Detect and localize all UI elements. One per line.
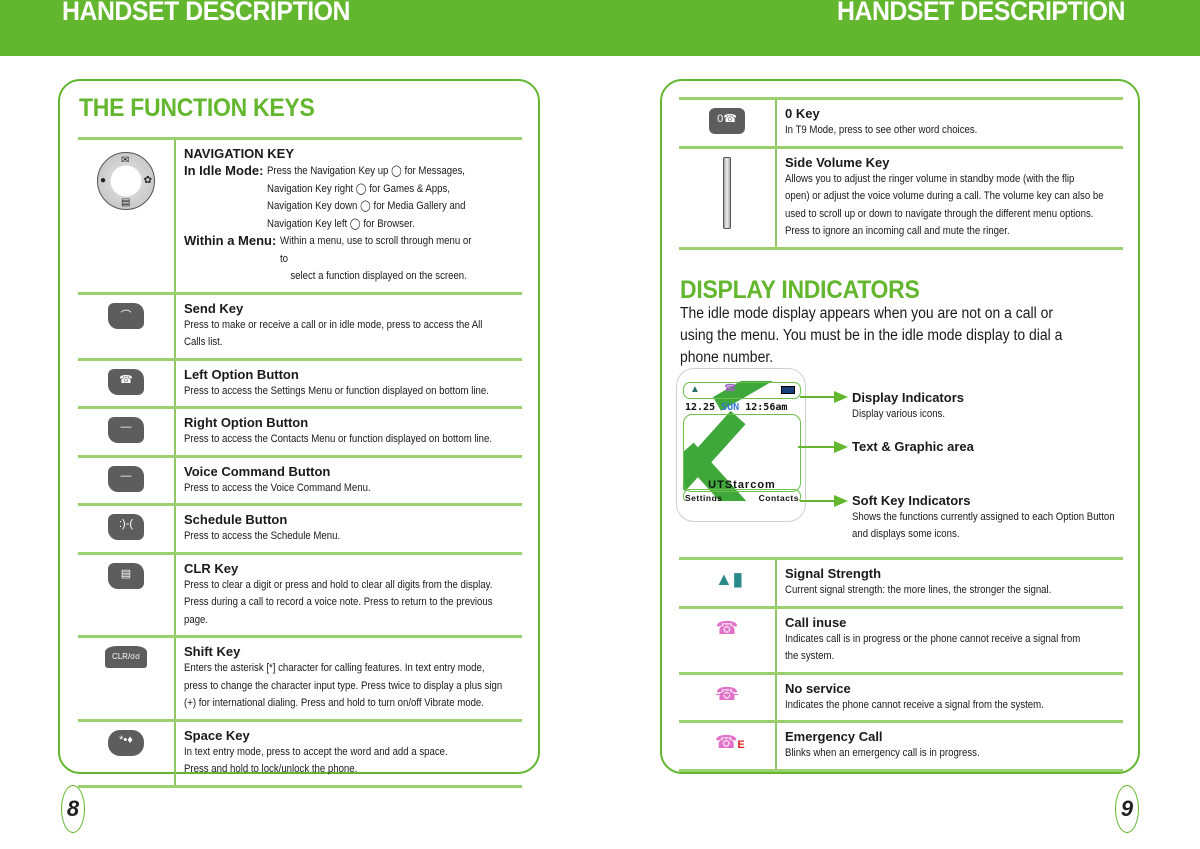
- table-row-navigation-key: ✉ ● ✿ ▤ NAVIGATION KEY In Idle Mode: Pre…: [78, 137, 522, 295]
- key-title: Send Key: [184, 300, 244, 316]
- key-title: Schedule Button: [184, 512, 288, 527]
- key-title: Left Option Button: [184, 366, 299, 382]
- display-indicators-title: DISPLAY INDICATORS: [680, 276, 920, 304]
- table-row-zero-key: 0☎ 0 Key In T9 Mode, press to see other …: [679, 97, 1123, 149]
- battery-icon: [781, 386, 795, 394]
- right-option-key-icon: —: [108, 417, 144, 443]
- display-indicators-bar: ▲ ☎: [683, 382, 801, 399]
- indicator-title: Signal Strength: [785, 566, 882, 581]
- table-row-signal-strength: ▲▮ Signal Strength Current signal streng…: [679, 557, 1123, 609]
- arrow-icon: [834, 441, 848, 453]
- phone-screen: ▲ ☎ 12.25 SUN 12:56am UTStarcom Settings…: [683, 381, 801, 501]
- shift-key-icon: CLR/σσ: [105, 646, 147, 668]
- table-row-emergency-call: ☎E Emergency Call Blinks when an emergen…: [679, 720, 1123, 772]
- emergency-call-icon: ☎E: [715, 732, 745, 752]
- nav-right-text: Navigation Key right: [267, 182, 354, 195]
- indicator-title: Call inuse: [785, 614, 847, 630]
- arrow-icon: [834, 495, 848, 507]
- status-icons: ☎: [724, 383, 737, 394]
- space-key-icon: *•♦: [108, 729, 144, 756]
- table-row-schedule-button: :)-( Schedule Button Press to access the…: [78, 503, 522, 555]
- nav-left-text: Navigation Key left: [267, 217, 348, 230]
- table-row-call-in-use: ☎ Call inuse Indicates call is in progre…: [679, 605, 1123, 675]
- right-page-header: HANDSET DESCRIPTION: [837, 0, 1125, 26]
- signal-strength-icon: ▲▮: [715, 569, 743, 589]
- voice-command-key-icon: —: [108, 465, 144, 492]
- key-title: CLR Key: [184, 560, 239, 576]
- soft-keys: Settings Contacts: [685, 493, 799, 501]
- indicators-table: ▲▮ Signal Strength Current signal streng…: [679, 557, 1123, 772]
- table-row-left-option-button: ☎ Left Option Button Press to access the…: [78, 357, 522, 409]
- nav-up-icon: ◯: [391, 165, 403, 177]
- phone-idle-display-illustration: ▲ ☎ 12.25 SUN 12:56am UTStarcom Settings…: [676, 368, 806, 522]
- extra-keys-table: 0☎ 0 Key In T9 Mode, press to see other …: [679, 97, 1123, 250]
- no-service-icon: ☎: [715, 683, 739, 704]
- nav-up-text: Press the Navigation Key up: [267, 165, 389, 177]
- clr-key-icon: ▤: [108, 562, 144, 589]
- call-in-use-icon: ☎: [715, 617, 739, 638]
- page-number-left: 8: [61, 785, 85, 833]
- table-row-side-volume-key: Side Volume Key Allows you to adjust the…: [679, 145, 1123, 250]
- indicator-title: No service: [785, 680, 851, 696]
- key-title: Right Option Button: [184, 415, 309, 430]
- key-title: NAVIGATION KEY: [184, 146, 295, 161]
- page-number-right: 9: [1115, 785, 1139, 833]
- soft-key-left: Settings: [685, 493, 723, 501]
- table-row-shift-key: CLR/σσ Shift Key Enters the asterisk [*]…: [78, 635, 522, 722]
- indicator-title: Emergency Call: [785, 729, 883, 744]
- arrow-icon: [834, 391, 848, 403]
- function-keys-title: THE FUNCTION KEYS: [79, 94, 315, 122]
- display-indicators-intro: The idle mode display appears when you a…: [680, 305, 1063, 366]
- table-row-space-key: *•♦ Space Key In text entry mode, press …: [78, 718, 522, 788]
- signal-strength-icon: ▲: [690, 384, 700, 395]
- side-volume-key-icon: [723, 156, 731, 229]
- nav-left-icon: ◯: [350, 217, 362, 230]
- left-page-header: HANDSET DESCRIPTION: [62, 0, 350, 26]
- key-title: 0 Key: [785, 106, 820, 121]
- key-title: Shift Key: [184, 644, 241, 659]
- idle-mode-label: In Idle Mode:: [184, 163, 264, 178]
- table-row-send-key: ⌒ Send Key Press to make or receive a ca…: [78, 291, 522, 361]
- table-row-clr-key: ▤ CLR Key Press to clear a digit or pres…: [78, 551, 522, 638]
- screen-date-time: 12.25 SUN 12:56am: [685, 402, 788, 413]
- soft-key-right: Contacts: [758, 493, 799, 501]
- schedule-key-icon: :)-(: [108, 514, 144, 540]
- key-title: Space Key: [184, 727, 250, 743]
- key-title: Voice Command Button: [184, 463, 331, 479]
- send-key-icon: ⌒: [108, 302, 144, 329]
- function-keys-table: ✉ ● ✿ ▤ NAVIGATION KEY In Idle Mode: Pre…: [78, 137, 522, 788]
- header-bar: HANDSET DESCRIPTION HANDSET DESCRIPTION: [0, 0, 1200, 56]
- table-row-right-option-button: — Right Option Button Press to access th…: [78, 406, 522, 458]
- within-menu-label: Within a Menu:: [184, 233, 277, 248]
- navigation-key-icon: ✉ ● ✿ ▤: [97, 152, 155, 210]
- nav-down-icon: ◯: [360, 200, 372, 212]
- nav-down-text: Navigation Key down: [267, 200, 358, 212]
- key-title: Side Volume Key: [785, 154, 890, 170]
- table-row-no-service: ☎ No service Indicates the phone cannot …: [679, 671, 1123, 723]
- left-option-key-icon: ☎: [108, 368, 144, 395]
- table-row-voice-command-button: — Voice Command Button Press to access t…: [78, 454, 522, 506]
- nav-right-icon: ◯: [356, 182, 368, 195]
- zero-key-icon: 0☎: [709, 108, 745, 134]
